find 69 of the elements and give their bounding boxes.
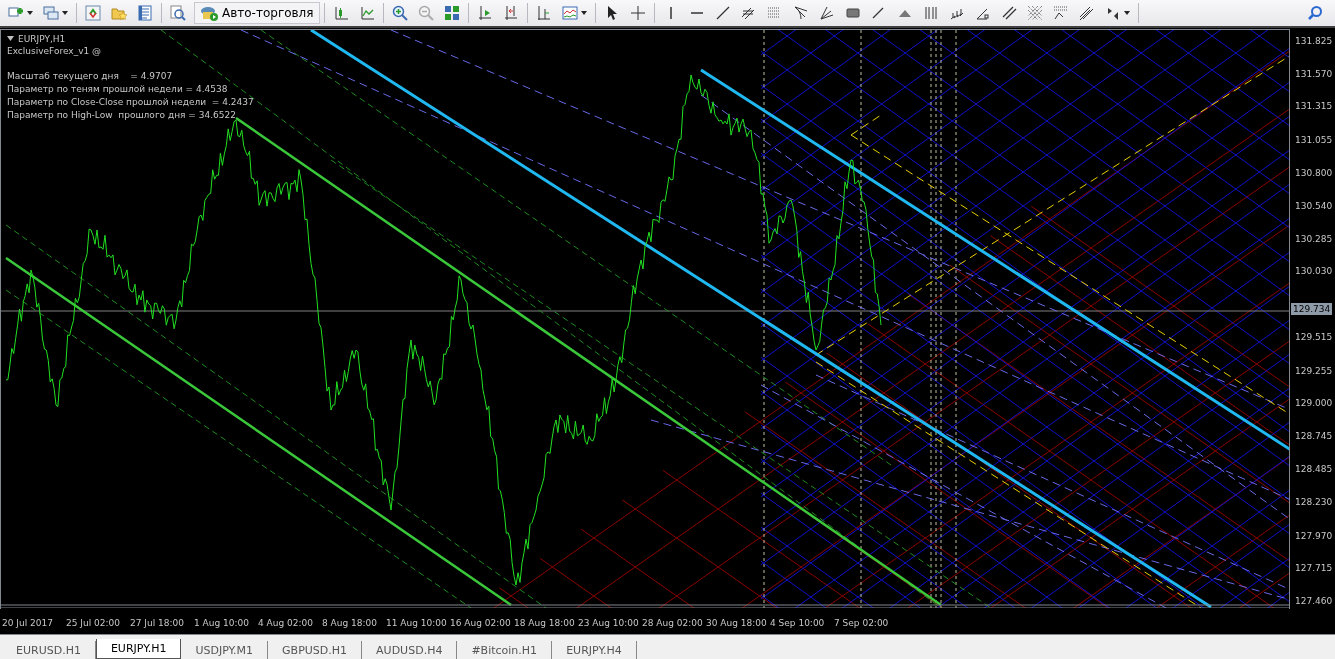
channel-icon[interactable] (740, 5, 757, 21)
indicator-info-line: Масштаб текущего дня = 4.9707 (7, 70, 174, 83)
indicator-info-line: Параметр по High-Low прошлого дня = 34.6522 (7, 109, 237, 122)
magnifier-document-icon[interactable] (170, 5, 186, 21)
price-label: 131.315 (1295, 100, 1333, 113)
price-label: 127.970 (1295, 529, 1333, 542)
dropdown-caret-icon[interactable] (27, 11, 33, 15)
price-label: 129.515 (1295, 331, 1333, 344)
trend-line-icon[interactable] (714, 5, 731, 21)
price-label: 129.255 (1295, 364, 1333, 377)
time-label: 4 Sep 10:00 (770, 617, 826, 628)
time-label: 18 Aug 18:00 (514, 617, 576, 628)
time-label: 11 Aug 10:00 (386, 617, 448, 628)
list-icon[interactable] (137, 5, 153, 21)
dropdown-caret-icon[interactable] (1123, 11, 1130, 15)
rectangle-icon[interactable] (844, 5, 861, 21)
grid-icon[interactable] (1026, 5, 1043, 21)
data-window-icon[interactable] (85, 5, 101, 21)
time-label: 28 Aug 02:00 (642, 617, 704, 628)
collapse-triangle-icon[interactable] (7, 36, 14, 41)
time-label: 30 Aug 18:00 (706, 617, 768, 628)
time-label: 1 Aug 10:00 (194, 617, 250, 628)
price-label: 130.540 (1295, 199, 1333, 212)
indicator-chart-icon[interactable] (561, 5, 578, 21)
chart-tab[interactable]: EURJPY.H1 (95, 639, 182, 659)
expansion-icon[interactable] (1052, 5, 1069, 21)
indicator-info-line: Параметр по Close-Close прошлой недели = 4.2437 (7, 96, 254, 109)
cycle-lines-icon[interactable] (922, 5, 939, 21)
fan-lines-icon[interactable] (818, 5, 835, 21)
parallel-lines-icon[interactable] (1000, 5, 1017, 21)
period-separator-icon[interactable] (535, 5, 552, 21)
zoom-in-icon[interactable] (391, 5, 408, 21)
price-label: 131.570 (1295, 67, 1333, 80)
time-label: 16 Aug 02:00 (450, 617, 512, 628)
indicator-info-line: Параметр по теням прошлой недели = 4.4538 (7, 83, 229, 96)
indicator-label: ExclusiveForex_v1 @ (7, 45, 103, 58)
auto-trading-button[interactable]: Авто-торговля (194, 2, 320, 24)
crosshair-icon[interactable] (629, 5, 646, 21)
price-label: 131.825 (1295, 35, 1333, 47)
folder-star-icon[interactable] (111, 5, 127, 21)
channel-lines-icon[interactable] (1078, 5, 1095, 21)
price-label: 129.000 (1295, 397, 1333, 410)
price-label: 127.715 (1295, 562, 1333, 575)
price-label: 128.745 (1295, 430, 1333, 443)
dropdown-caret-icon[interactable] (62, 11, 68, 15)
price-label: 130.030 (1295, 265, 1333, 278)
time-label: 25 Jul 02:00 (66, 617, 121, 628)
tiles-icon[interactable] (443, 5, 460, 21)
chart-shift-icon[interactable] (476, 5, 493, 21)
time-label: 4 Aug 02:00 (258, 617, 314, 628)
autoscroll-icon[interactable] (502, 5, 519, 21)
chart-symbol-label: EURJPY,H1 (18, 33, 66, 44)
time-label: 7 Sep 02:00 (834, 617, 890, 628)
price-label: 130.800 (1295, 166, 1333, 179)
time-label: 27 Jul 18:00 (130, 617, 185, 628)
line-chart-icon[interactable] (358, 5, 375, 21)
time-label: 8 Aug 18:00 (322, 617, 378, 628)
price-label: 131.055 (1295, 133, 1333, 146)
fan-icon[interactable] (792, 5, 809, 21)
time-label: 23 Aug 10:00 (578, 617, 640, 628)
current-price-label: 129.734 (1291, 303, 1333, 316)
price-label: 127.460 (1295, 595, 1333, 607)
price-label: 128.485 (1295, 463, 1333, 476)
price-label: 128.230 (1295, 496, 1333, 509)
time-label: 20 Jul 2017 (2, 617, 54, 628)
price-label: 130.285 (1295, 232, 1333, 245)
search-icon[interactable] (1307, 5, 1323, 21)
candlestick-icon[interactable] (332, 5, 349, 21)
dropdown-caret-icon[interactable] (580, 11, 587, 15)
